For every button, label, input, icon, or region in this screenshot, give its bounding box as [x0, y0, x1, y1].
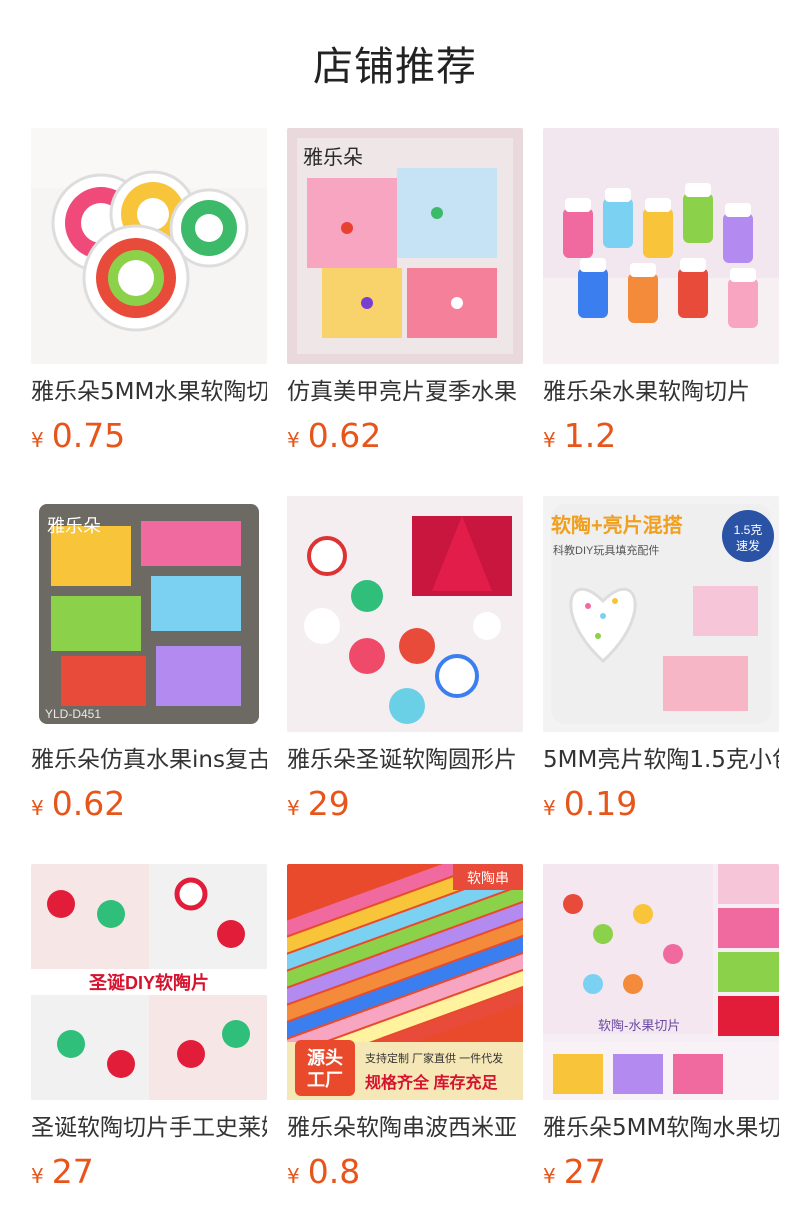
- price-value: 29: [307, 784, 350, 823]
- product-name[interactable]: 雅乐朵5MM软陶水果切片: [543, 1110, 779, 1146]
- currency-symbol: ¥: [543, 796, 556, 820]
- image-banner-text: 软陶+亮片混搭: [551, 513, 684, 537]
- product-price: ¥27: [31, 1150, 94, 1194]
- product-name[interactable]: 圣诞软陶切片手工史莱姆: [31, 1110, 267, 1146]
- product-card[interactable]: 雅乐朵 仿真美甲亮片夏季水果 ¥0.62: [287, 128, 523, 478]
- product-card[interactable]: 软陶-水果切片 雅乐朵5MM软陶水果切片 ¥27: [543, 864, 779, 1214]
- currency-symbol: ¥: [31, 428, 44, 452]
- product-card[interactable]: 软陶串 源头 工厂 支持定制 厂家直供 一件代发 规格齐全 库存充足 雅乐朵软陶…: [287, 864, 523, 1214]
- product-card[interactable]: 雅乐朵5MM水果软陶切片 ¥0.75: [31, 128, 267, 478]
- product-price: ¥29: [287, 782, 350, 826]
- product-card[interactable]: 软陶+亮片混搭 科教DIY玩具填充配件 1.5克 速发 5MM亮片软陶1.5克小…: [543, 496, 779, 846]
- product-price: ¥1.2: [543, 414, 616, 458]
- product-image[interactable]: 软陶+亮片混搭 科教DIY玩具填充配件 1.5克 速发: [543, 496, 779, 732]
- product-image[interactable]: [287, 496, 523, 732]
- price-value: 0.19: [563, 784, 638, 823]
- product-name[interactable]: 仿真美甲亮片夏季水果: [287, 374, 523, 410]
- image-badge-line1: 源头: [307, 1047, 343, 1068]
- price-value: 27: [563, 1152, 606, 1191]
- product-image[interactable]: [31, 128, 267, 364]
- image-brand-text: 雅乐朵: [47, 516, 101, 536]
- currency-symbol: ¥: [287, 1164, 300, 1188]
- image-banner-text: 圣诞DIY软陶片: [88, 972, 209, 993]
- product-name[interactable]: 雅乐朵软陶串波西米亚: [287, 1110, 523, 1146]
- price-value: 1.2: [563, 416, 617, 455]
- page-title: 店铺推荐: [313, 44, 477, 90]
- product-image[interactable]: 雅乐朵 YLD-D451: [31, 496, 267, 732]
- product-image[interactable]: 软陶-水果切片: [543, 864, 779, 1100]
- product-price: ¥0.8: [287, 1150, 360, 1194]
- price-value: 0.8: [307, 1152, 361, 1191]
- image-sub-text: 科教DIY玩具填充配件: [553, 543, 659, 557]
- product-name[interactable]: 雅乐朵仿真水果ins复古: [31, 742, 267, 778]
- currency-symbol: ¥: [543, 1164, 556, 1188]
- product-name[interactable]: 雅乐朵5MM水果软陶切片: [31, 374, 267, 410]
- product-card[interactable]: 圣诞DIY软陶片 圣诞软陶切片手工史莱姆 ¥27: [31, 864, 267, 1214]
- image-code-text: YLD-D451: [45, 707, 101, 721]
- price-value: 0.62: [51, 784, 126, 823]
- product-price: ¥0.62: [287, 414, 381, 458]
- price-value: 27: [51, 1152, 94, 1191]
- product-price: ¥0.19: [543, 782, 637, 826]
- currency-symbol: ¥: [543, 428, 556, 452]
- product-image[interactable]: 软陶串 源头 工厂 支持定制 厂家直供 一件代发 规格齐全 库存充足: [287, 864, 523, 1100]
- price-value: 0.75: [51, 416, 126, 455]
- store-recommendations-page: 店铺推荐 雅乐朵5MM水果软陶切片 ¥ 0.75 雅乐朵 仿真美甲亮片夏季水果 …: [0, 0, 790, 1232]
- image-badge-line2: 工厂: [307, 1070, 343, 1090]
- product-image[interactable]: 雅乐朵: [287, 128, 523, 364]
- image-badge-line2: 速发: [736, 538, 760, 553]
- product-image[interactable]: [543, 128, 779, 364]
- product-image[interactable]: 圣诞DIY软陶片: [31, 864, 267, 1100]
- product-card[interactable]: 雅乐朵圣诞软陶圆形片 ¥29: [287, 496, 523, 846]
- currency-symbol: ¥: [287, 796, 300, 820]
- product-card[interactable]: 雅乐朵水果软陶切片 ¥1.2: [543, 128, 779, 478]
- image-label-text: 软陶-水果切片: [598, 1018, 680, 1033]
- image-line2: 规格齐全 库存充足: [365, 1073, 498, 1092]
- image-brand-text: 雅乐朵: [303, 146, 363, 169]
- product-price: ¥0.62: [31, 782, 125, 826]
- price-value: 0.62: [307, 416, 382, 455]
- product-price: ¥0.75: [31, 414, 125, 458]
- product-name[interactable]: 雅乐朵圣诞软陶圆形片: [287, 742, 523, 778]
- image-badge-line1: 1.5克: [734, 523, 763, 537]
- product-card[interactable]: 雅乐朵 YLD-D451 雅乐朵仿真水果ins复古 ¥0.62: [31, 496, 267, 846]
- product-name[interactable]: 5MM亮片软陶1.5克小包: [543, 742, 779, 778]
- image-tag-text: 软陶串: [467, 870, 509, 886]
- currency-symbol: ¥: [287, 428, 300, 452]
- image-line1: 支持定制 厂家直供 一件代发: [365, 1051, 503, 1065]
- currency-symbol: ¥: [31, 1164, 44, 1188]
- product-name[interactable]: 雅乐朵水果软陶切片: [543, 374, 779, 410]
- currency-symbol: ¥: [31, 796, 44, 820]
- product-price: ¥27: [543, 1150, 606, 1194]
